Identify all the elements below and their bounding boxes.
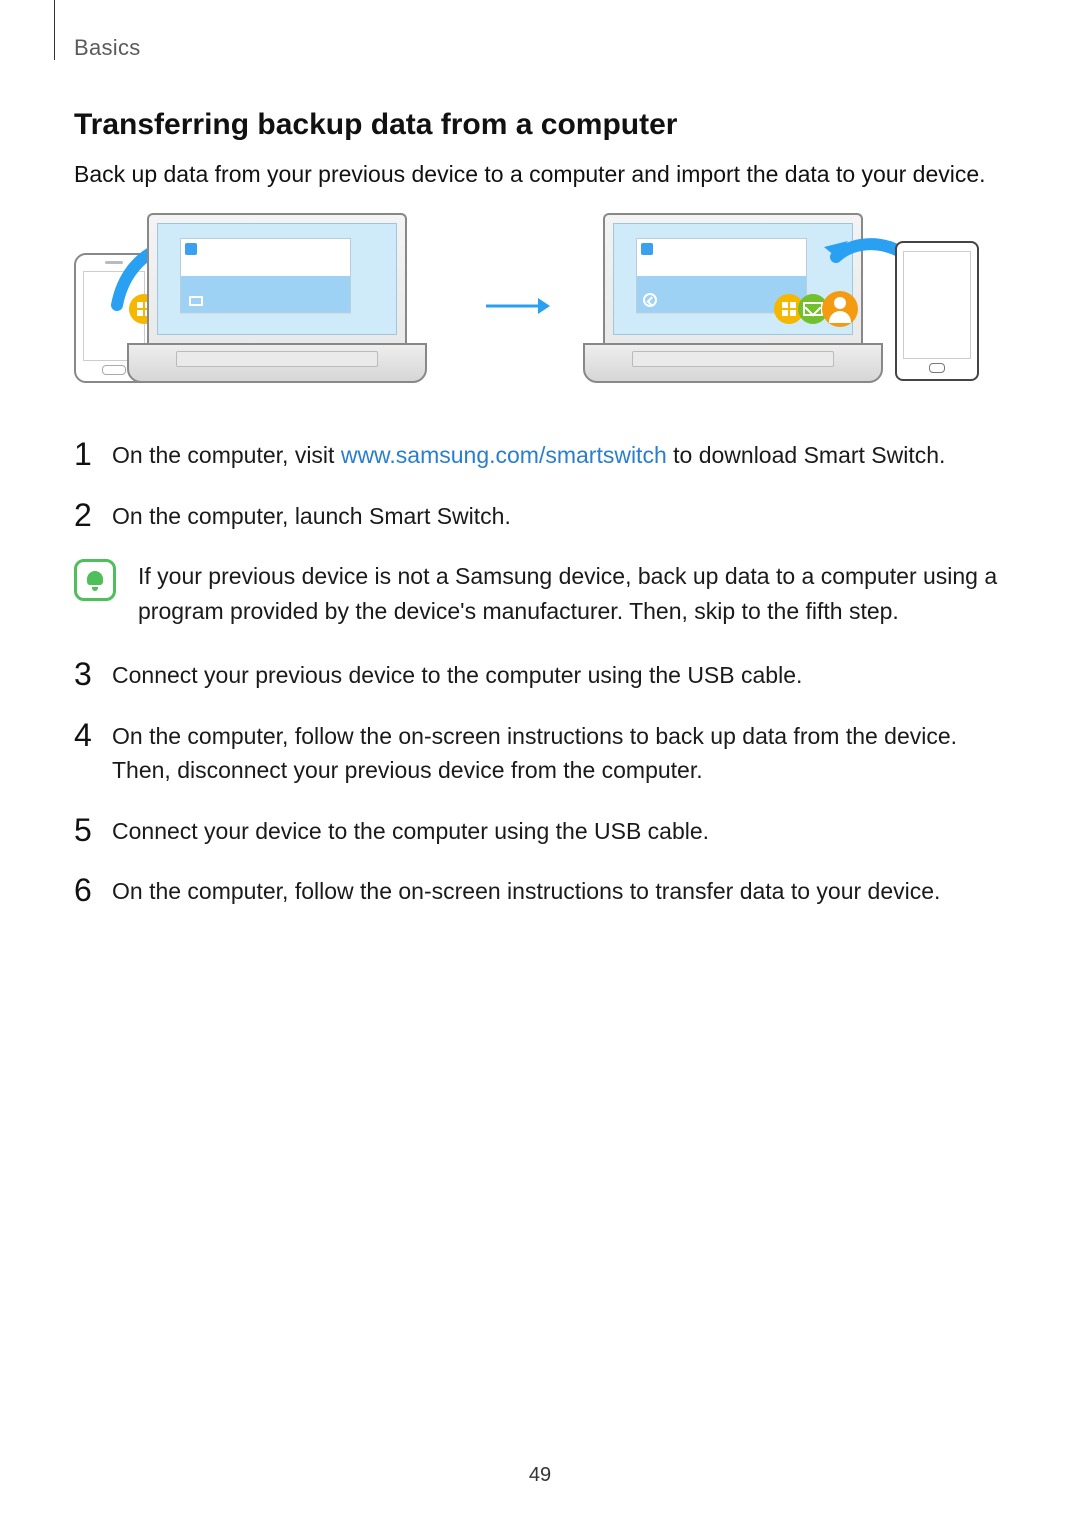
- step-3: 3 Connect your previous device to the co…: [74, 658, 1014, 693]
- intro-text: Back up data from your previous device t…: [74, 158, 1014, 191]
- data-icons-cluster: [774, 291, 852, 327]
- tablet-icon: [895, 241, 979, 381]
- step-text: On the computer, launch Smart Switch.: [112, 499, 1014, 534]
- smartswitch-link[interactable]: www.samsung.com/smartswitch: [341, 442, 667, 468]
- step-2: 2 On the computer, launch Smart Switch.: [74, 499, 1014, 534]
- step-text-part: to download Smart Switch.: [667, 442, 946, 468]
- figure-arrow: [482, 213, 552, 398]
- section-heading: Transferring backup data from a computer: [74, 108, 1014, 142]
- figure-backup-stage: [74, 213, 479, 398]
- margin-rule: [54, 0, 55, 60]
- step-text: On the computer, follow the on-screen in…: [112, 719, 1014, 788]
- note-text: If your previous device is not a Samsung…: [138, 559, 1014, 628]
- step-number: 5: [74, 814, 112, 849]
- note-callout: If your previous device is not a Samsung…: [74, 559, 1014, 628]
- step-1: 1 On the computer, visit www.samsung.com…: [74, 438, 1014, 473]
- step-number: 4: [74, 719, 112, 788]
- step-number: 2: [74, 499, 112, 534]
- step-text: Connect your previous device to the comp…: [112, 658, 1014, 693]
- step-6: 6 On the computer, follow the on-screen …: [74, 874, 1014, 909]
- arrow-right-icon: [484, 294, 550, 318]
- manual-page: Basics Transferring backup data from a c…: [0, 0, 1080, 1527]
- step-text: Connect your device to the computer usin…: [112, 814, 1014, 849]
- smartswitch-window-icon: [180, 238, 351, 313]
- note-bell-icon: [74, 559, 116, 601]
- step-text: On the computer, visit www.samsung.com/s…: [112, 438, 1014, 473]
- figure-restore-stage: [554, 213, 979, 398]
- step-number: 1: [74, 438, 112, 473]
- step-number: 3: [74, 658, 112, 693]
- page-content: Transferring backup data from a computer…: [74, 108, 1014, 935]
- step-text: On the computer, follow the on-screen in…: [112, 874, 1014, 909]
- breadcrumb: Basics: [74, 35, 141, 61]
- step-number: 6: [74, 874, 112, 909]
- step-4: 4 On the computer, follow the on-screen …: [74, 719, 1014, 788]
- step-text-part: On the computer, visit: [112, 442, 341, 468]
- laptop-icon: [147, 213, 407, 383]
- page-number: 49: [529, 1464, 551, 1487]
- transfer-figure: [74, 213, 1014, 398]
- step-5: 5 Connect your device to the computer us…: [74, 814, 1014, 849]
